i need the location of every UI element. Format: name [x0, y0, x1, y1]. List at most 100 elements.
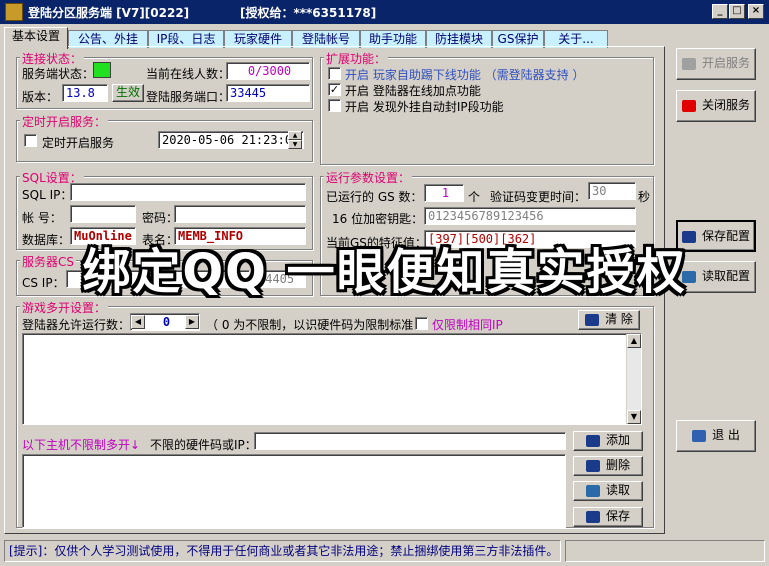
version-field[interactable]: 13.8	[62, 84, 108, 102]
floppy-icon	[681, 230, 696, 243]
arrow-right-icon	[585, 434, 600, 447]
sql-db-field[interactable]: MuOnline	[70, 227, 136, 245]
port-label: 登陆服务端口：	[146, 90, 231, 104]
clear-button[interactable]: 清 除	[578, 310, 640, 330]
allow-run-decrement[interactable]: ◀	[131, 315, 145, 329]
title-bar: 登陆分区服务端 [V7][0222] [授权给：***6351178] _ □ …	[0, 0, 769, 24]
status-bar: [提示]：仅供个人学习测试使用，不得用于任何商业或者其它非法用途；禁止捆绑使用第…	[4, 540, 561, 562]
online-label: 当前在线人数：	[146, 67, 231, 81]
save-config-button[interactable]: 保存配置	[676, 220, 756, 252]
key-field[interactable]: 0123456789123456	[424, 207, 636, 225]
unlimited-list[interactable]	[22, 454, 566, 528]
read-button[interactable]: 读取	[573, 481, 643, 501]
status-bar-secondary	[565, 540, 765, 562]
gs-count-field[interactable]: 1	[424, 184, 464, 202]
sql-password-label: 密码：	[142, 211, 179, 225]
captcha-label: 验证码变更时间：	[490, 190, 587, 204]
ext-addpoint-checkbox[interactable]: ✓	[328, 83, 341, 96]
scroll-down-icon[interactable]: ▼	[627, 410, 641, 424]
timer-checkbox-label: 定时开启服务	[42, 136, 115, 150]
stop-service-label: 关闭服务	[701, 98, 750, 112]
version-label: 版本：	[22, 90, 59, 104]
port-field[interactable]: 33445	[226, 84, 310, 102]
gs-count-label: 已运行的 GS 数：	[326, 190, 423, 204]
ext-kick-label: 开启 玩家自助踢下线功能 （需登陆器支持 ）	[345, 68, 585, 82]
hw-label: 不限的硬件码或IP：	[150, 438, 257, 452]
cs-ip-label: CS IP：	[22, 276, 65, 290]
close-button[interactable]: ×	[748, 4, 764, 19]
arrow-forward-icon	[585, 459, 600, 472]
same-ip-checkbox[interactable]	[415, 317, 428, 330]
allow-run-increment[interactable]: ▶	[185, 315, 199, 329]
power-icon	[681, 57, 696, 70]
maximize-button[interactable]: □	[729, 4, 745, 19]
clear-button-label: 清 除	[605, 312, 633, 326]
multi-open-scrollbar[interactable]: ▲ ▼	[626, 334, 641, 424]
floppy-icon	[585, 510, 600, 523]
online-count: 0/3000	[226, 62, 310, 80]
multi-open-title: 游戏多开设置：	[20, 299, 109, 316]
window-title: 登陆分区服务端 [V7][0222]	[28, 6, 190, 20]
captcha-unit: 秒	[638, 190, 651, 204]
read-button-label: 读取	[605, 483, 630, 497]
server-cs-title: 服务器CS	[20, 253, 76, 270]
gs-count-unit: 个	[468, 190, 481, 204]
sql-ip-label: SQL IP：	[22, 188, 73, 202]
gs-feature-field: [397][500][362]	[424, 230, 636, 248]
exit-door-icon	[692, 429, 707, 442]
sql-ip-field[interactable]	[70, 183, 306, 201]
save-list-button-label: 保存	[605, 509, 630, 523]
status-indicator	[93, 62, 111, 78]
allow-run-label: 登陆器允许运行数：	[22, 318, 131, 332]
scroll-up-icon[interactable]: ▲	[627, 334, 641, 348]
sql-table-field[interactable]: MEMB_INFO	[174, 227, 306, 245]
hw-field[interactable]	[254, 432, 566, 450]
stop-service-button[interactable]: 关闭服务	[676, 90, 756, 122]
start-service-button[interactable]: 开启服务	[676, 48, 756, 80]
service-status-label: 服务端状态：	[22, 67, 95, 81]
add-button-label: 添加	[605, 433, 630, 447]
timer-checkbox[interactable]	[24, 134, 37, 147]
exit-button[interactable]: 退 出	[676, 420, 756, 452]
import-icon	[681, 270, 696, 283]
import-icon	[585, 484, 600, 497]
captcha-field[interactable]: 30	[588, 182, 636, 200]
tab-basic[interactable]: 基本设置	[4, 27, 68, 49]
ext-autoban-label: 开启 发现外挂自动封IP段功能	[345, 100, 504, 114]
sql-table-label: 表名：	[142, 233, 179, 247]
sql-password-field[interactable]	[174, 205, 306, 223]
same-ip-label: 仅限制相同IP	[432, 318, 503, 332]
sql-account-field[interactable]	[70, 205, 136, 223]
spin-down-icon[interactable]: ▼	[288, 140, 302, 149]
timer-spinner[interactable]: ▲ ▼	[288, 131, 304, 149]
allow-run-hint: （ 0 为不限制，以识硬件码为限制标准	[206, 318, 414, 332]
delete-button[interactable]: 删除	[573, 456, 643, 476]
auth-label: [授权给：***6351178]	[240, 6, 377, 20]
save-config-label: 保存配置	[701, 229, 750, 243]
multi-open-list[interactable]	[22, 333, 642, 425]
start-service-label: 开启服务	[701, 56, 750, 70]
stop-icon	[681, 99, 696, 112]
gs-feature-label: 当前GS的特征值：	[326, 236, 427, 250]
timer-datetime[interactable]: 2020-05-06 21:23:05	[158, 131, 304, 149]
read-config-button[interactable]: 读取配置	[676, 261, 756, 293]
add-button[interactable]: 添加	[573, 431, 643, 451]
save-list-button[interactable]: 保存	[573, 507, 643, 527]
sql-db-label: 数据库：	[22, 233, 71, 247]
exit-label: 退 出	[712, 428, 740, 442]
read-config-label: 读取配置	[701, 269, 750, 283]
unlimited-label: 以下主机不限制多开↓	[22, 438, 141, 452]
ext-autoban-checkbox[interactable]	[328, 99, 341, 112]
spin-up-icon[interactable]: ▲	[288, 131, 302, 140]
timer-title: 定时开启服务：	[20, 113, 109, 130]
refresh-icon	[585, 313, 600, 326]
sql-account-label: 帐 号：	[22, 211, 62, 225]
minimize-button[interactable]: _	[712, 4, 728, 19]
app-icon	[5, 3, 23, 21]
key-label: 16 位加密钥匙：	[332, 212, 424, 226]
cs-ip-field[interactable]	[66, 270, 250, 288]
cs-port-field[interactable]: 44405	[254, 270, 306, 288]
ext-addpoint-label: 开启 登陆器在线加点功能	[345, 84, 481, 98]
apply-version-button[interactable]: 生效	[112, 84, 144, 102]
ext-kick-checkbox[interactable]	[328, 67, 341, 80]
